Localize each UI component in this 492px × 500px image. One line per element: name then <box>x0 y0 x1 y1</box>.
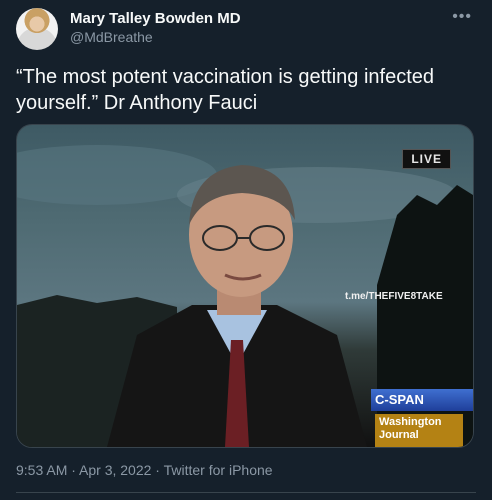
program-label: Washington Journal <box>375 414 463 447</box>
author-avatar[interactable] <box>16 8 58 50</box>
program-label-line1: Washington <box>379 416 442 428</box>
live-badge: LIVE <box>402 149 451 169</box>
tweet-timestamp[interactable]: 9:53 AM · Apr 3, 2022 · Twitter for iPho… <box>16 462 273 478</box>
video-watermark: t.me/THEFIVE8TAKE <box>345 291 443 302</box>
author-handle[interactable]: @MdBreathe <box>70 29 153 45</box>
tweet-text: “The most potent vaccination is getting … <box>16 66 435 114</box>
tweet-media[interactable]: LIVE t.me/THEFIVE8TAKE C-SPAN Washington… <box>16 124 474 448</box>
program-label-line2: Journal <box>379 429 419 441</box>
divider <box>16 492 476 493</box>
tweet-card: Mary Talley Bowden MD @MdBreathe ••• “Th… <box>0 0 492 500</box>
more-options-icon[interactable]: ••• <box>452 8 472 26</box>
network-logo: C-SPAN <box>371 389 473 411</box>
author-name[interactable]: Mary Talley Bowden MD <box>70 10 241 27</box>
